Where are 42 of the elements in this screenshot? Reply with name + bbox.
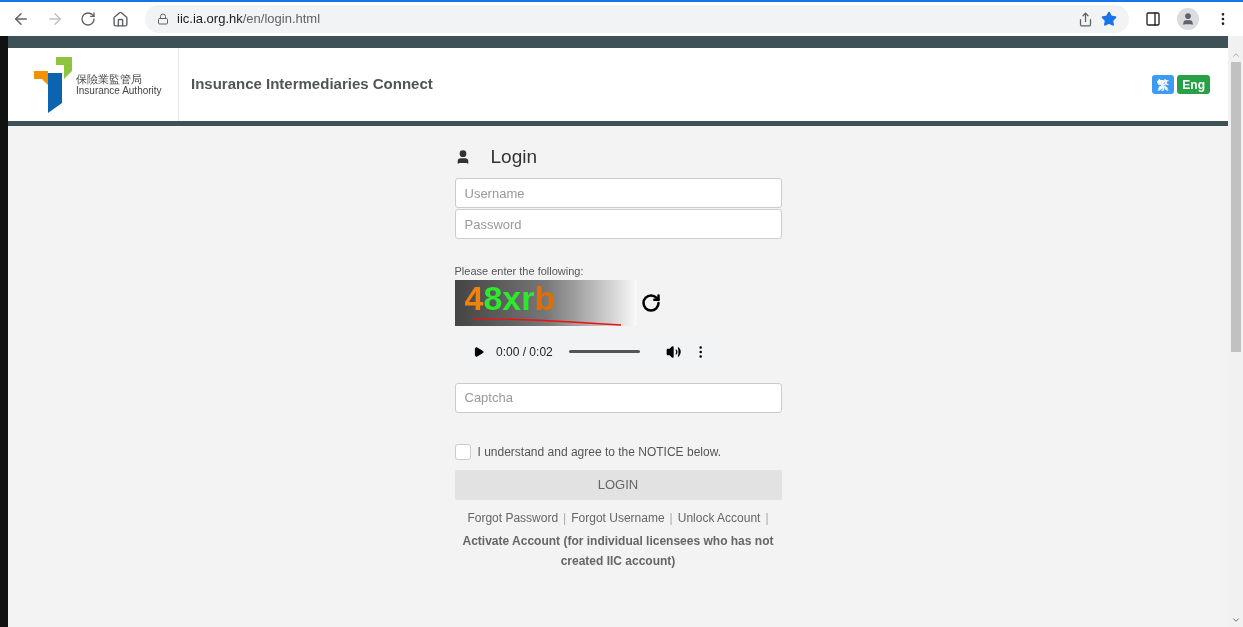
audio-time: 0:00 / 0:02 <box>496 343 553 361</box>
captcha-character: 4 <box>464 279 484 316</box>
logo-english-text: Insurance Authority <box>76 84 162 97</box>
input-field[interactable]: Username <box>454 178 782 208</box>
captcha-prompt: Please enter the following: <box>454 264 585 279</box>
link-separator: | <box>669 509 673 527</box>
login-title: Login <box>490 144 537 169</box>
refresh-icon[interactable] <box>640 292 661 313</box>
link-separator: | <box>563 509 567 527</box>
star-icon[interactable] <box>1101 11 1117 27</box>
site-title: Insurance Intermediaries Connect <box>191 74 433 95</box>
account-link[interactable]: Unlock Account <box>677 508 761 527</box>
captcha-character: b <box>534 279 556 316</box>
agree-label: I understand and agree to the NOTICE below. <box>477 443 721 461</box>
reload-icon[interactable] <box>80 11 96 27</box>
language-button[interactable]: 繁 <box>1152 75 1175 94</box>
captcha-field[interactable]: Captcha <box>454 382 782 413</box>
captcha-character: r <box>521 279 535 316</box>
captcha-character: x <box>502 279 522 316</box>
lock-icon <box>157 13 169 25</box>
share-icon[interactable] <box>1078 11 1093 27</box>
scroll-down-icon[interactable] <box>1230 615 1241 625</box>
side-panel-icon[interactable] <box>1145 11 1161 27</box>
logo-chinese-text: 保險業監管局 <box>76 72 143 85</box>
agree-checkbox[interactable] <box>454 443 471 460</box>
home-icon[interactable] <box>112 10 129 28</box>
profile-avatar[interactable] <box>1177 8 1199 30</box>
link-separator: | <box>765 509 769 527</box>
logo-icon <box>34 56 72 113</box>
account-link[interactable]: Forgot Username <box>571 508 665 527</box>
audio-track[interactable] <box>568 350 640 353</box>
activate-account-link[interactable]: Activate Account (for individual licensees who has not created IIC account) <box>460 530 776 571</box>
account-link[interactable]: Forgot Password <box>467 508 559 527</box>
input-field[interactable]: Password <box>454 209 782 239</box>
scrollbar[interactable] <box>1228 36 1243 627</box>
volume-icon[interactable] <box>665 343 682 360</box>
back-icon[interactable] <box>12 10 30 28</box>
url-text: iic.ia.org.hk/en/login.html <box>177 10 321 29</box>
play-icon[interactable] <box>472 345 484 358</box>
language-button[interactable]: Eng <box>1177 75 1210 94</box>
address-bar[interactable]: iic.ia.org.hk/en/login.html <box>145 5 1129 33</box>
captcha-character: 8 <box>483 279 503 316</box>
